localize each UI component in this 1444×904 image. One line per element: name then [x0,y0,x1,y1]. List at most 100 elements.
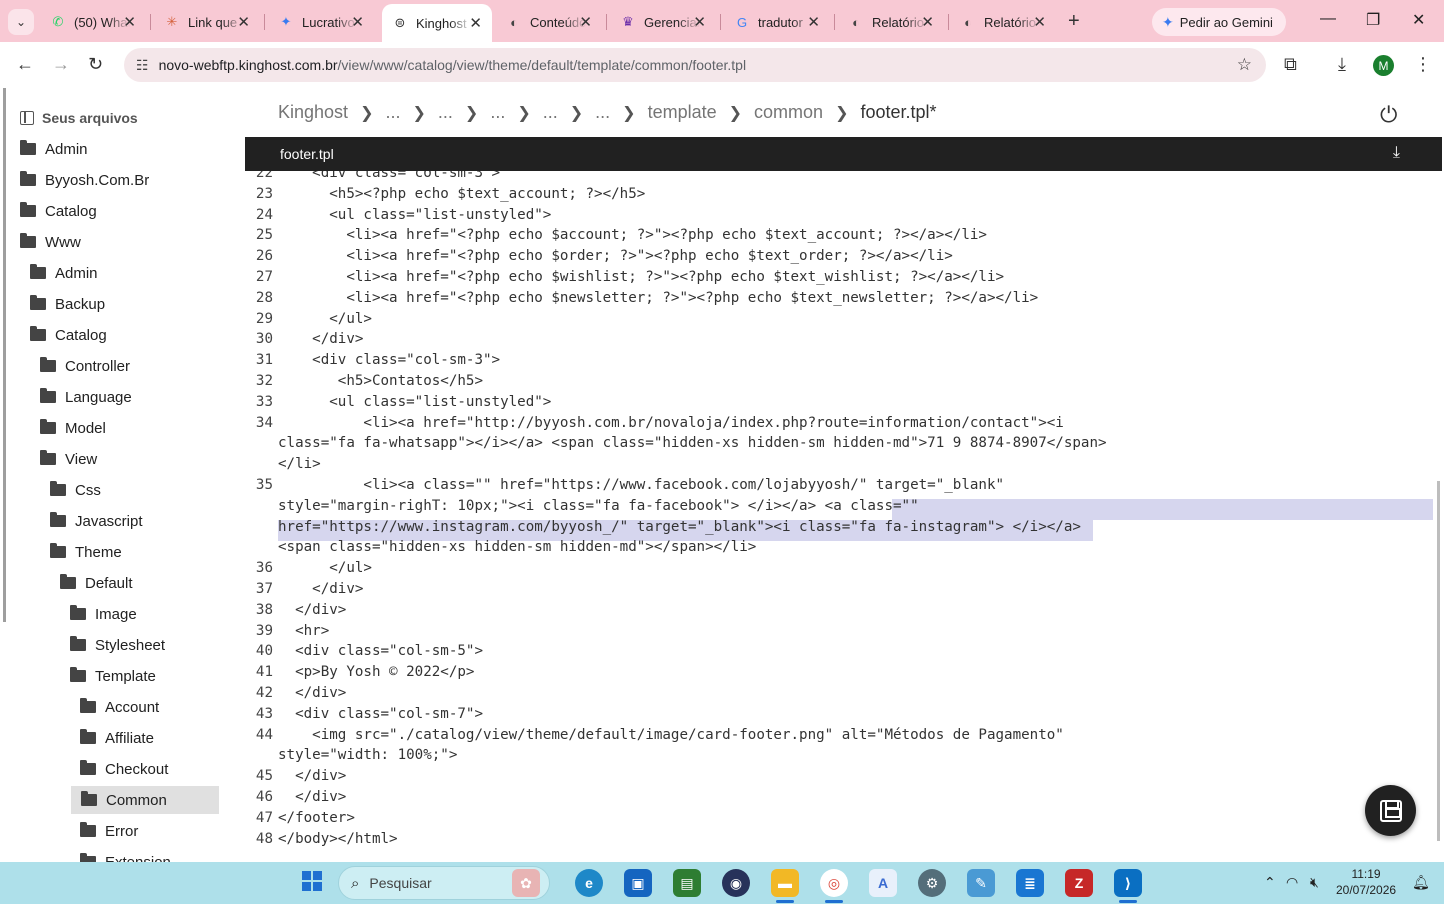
folder-item-backup[interactable]: Backup [30,290,230,318]
settings-gear-icon[interactable]: ⚙ [918,869,946,897]
tray-chevron-up-icon[interactable]: ⌃ [1264,874,1276,891]
editor-scrollbar[interactable] [1437,481,1440,841]
breadcrumb-item[interactable]: ... [438,102,453,123]
close-tab-icon[interactable]: ✕ [1033,13,1046,31]
code-line[interactable]: </div> [278,789,346,805]
code-line[interactable]: <p>By Yosh © 2022</p> [278,664,474,680]
windows-start-icon[interactable] [302,871,322,891]
power-logout-icon[interactable]: ⏻ [1380,102,1397,128]
back-arrow-icon[interactable]: ← [16,54,34,75]
folder-item-model[interactable]: Model [40,414,236,442]
folder-item-image[interactable]: Image [70,600,236,628]
code-line[interactable]: <div class="col-sm-3"> [278,352,500,368]
folder-item-account[interactable]: Account [80,693,236,721]
code-line[interactable]: </li> [278,456,321,472]
volume-muted-icon[interactable]: 🔇︎ [1310,874,1319,891]
breadcrumb-item[interactable]: common [754,102,823,123]
code-line[interactable]: <ul class="list-unstyled"> [278,207,551,223]
browser-tab[interactable]: ⊜ Kinghost ✕ [382,4,492,42]
folder-item-theme[interactable]: Theme [50,538,236,566]
breadcrumb-item[interactable]: ... [385,102,400,123]
download-icon[interactable]: ⤓ [1338,54,1346,75]
code-line[interactable]: </footer> [278,810,355,826]
download-file-icon[interactable]: ⤓ [1393,144,1400,162]
breadcrumb-item[interactable]: ... [490,102,505,123]
folder-item-view[interactable]: View [40,445,236,473]
close-tab-icon[interactable]: ✕ [469,14,482,32]
code-line[interactable]: style="margin-righT: 10px;"><i class="fa… [278,498,919,514]
taskbar-clock[interactable]: 11:19 20/07/2026 [1336,866,1396,898]
code-line[interactable]: <li><a href="http://byyosh.com.br/novalo… [278,415,1063,431]
browser-tab[interactable]: ✦ Lucrativo ✕ [268,6,374,38]
filezilla-icon[interactable]: Z [1065,869,1093,897]
code-line[interactable]: </div> [278,602,346,618]
reload-icon[interactable]: ↻ [88,54,103,75]
search-highlight-icon[interactable]: ✿ [512,869,540,897]
code-line[interactable]: <h5><?php echo $text_account; ?></h5> [278,186,645,202]
file-explorer-icon[interactable]: ▬ [771,869,799,897]
folder-item-css[interactable]: Css [50,476,236,504]
browser-tab[interactable]: ♛ Gerenciar ✕ [610,6,716,38]
browser-tab[interactable]: Gtradutor ✕ [724,6,830,38]
close-tab-icon[interactable]: ✕ [579,13,592,31]
site-settings-icon[interactable]: ☷ [136,57,149,74]
ask-gemini-button[interactable]: ✦ Pedir ao Gemini [1152,8,1286,36]
code-area[interactable]: 22 <div class="col-sm-3"> 23 <h5><?php ec… [245,171,1442,862]
browser-tab[interactable]: ◐ Conteúdo ✕ [496,6,602,38]
code-line[interactable]: <li><a href="<?php echo $order; ?>"><?ph… [278,248,952,264]
winrar-icon[interactable]: ▤ [673,869,701,897]
notification-bell-icon[interactable]: 🔔︎ [1412,874,1430,891]
save-button[interactable] [1365,785,1416,836]
close-tab-icon[interactable]: ✕ [237,13,250,31]
extensions-puzzle-icon[interactable]: ⧉ [1284,54,1297,75]
code-line[interactable]: </div> [278,581,363,597]
code-line[interactable]: </div> [278,768,346,784]
folder-item-controller[interactable]: Controller [40,352,236,380]
store-icon[interactable]: ▣ [624,869,652,897]
code-line[interactable]: class="fa fa-whatsapp"></i></a> <span cl… [278,435,1107,451]
breadcrumb-item[interactable]: ... [595,102,610,123]
menu-kebab-icon[interactable]: ⋮ [1414,54,1432,75]
restore-icon[interactable]: ❐ [1366,10,1380,30]
sidebar-panel-icon[interactable] [20,111,34,125]
folder-item-byyosh-com-br[interactable]: Byyosh.Com.Br [20,166,220,194]
browser-tab[interactable]: ✆ (50) WhatsApp✕ [40,6,146,38]
profile-avatar[interactable]: M [1373,55,1394,76]
code-line[interactable]: href="https://www.instagram.com/byyosh_/… [278,519,1081,535]
code-line[interactable]: <li><a href="<?php echo $wishlist; ?>"><… [278,269,1004,285]
folder-item-catalog[interactable]: Catalog [20,197,220,225]
code-line[interactable]: <h5>Contatos</h5> [278,373,483,389]
code-line[interactable]: <ul class="list-unstyled"> [278,394,551,410]
minimize-icon[interactable]: — [1320,10,1336,28]
code-line[interactable]: <hr> [278,623,329,639]
close-tab-icon[interactable]: ✕ [921,13,934,31]
folder-item-template[interactable]: Template [70,662,236,690]
code-line[interactable]: <div class="col-sm-5"> [278,643,483,659]
code-line[interactable]: <div class="col-sm-3"> [278,171,500,181]
folder-item-www[interactable]: Www [20,228,220,256]
folder-item-admin[interactable]: Admin [20,135,220,163]
folder-item-common[interactable]: Common [71,786,219,814]
folder-item-stylesheet[interactable]: Stylesheet [70,631,236,659]
new-tab-plus-icon[interactable]: + [1068,10,1080,33]
close-tab-icon[interactable]: ✕ [807,13,820,31]
vscode-icon[interactable]: ⟩ [1114,869,1142,897]
folder-item-extension[interactable]: Extension [80,848,236,862]
folder-item-error[interactable]: Error [80,817,236,845]
folder-item-checkout[interactable]: Checkout [80,755,236,783]
edge-icon[interactable]: e [575,869,603,897]
code-line[interactable]: <div class="col-sm-7"> [278,706,483,722]
notepad-icon[interactable]: ≣ [1016,869,1044,897]
folder-item-default[interactable]: Default [60,569,236,597]
code-line[interactable]: </body></html> [278,831,398,847]
code-line[interactable]: style="width: 100%;"> [278,747,457,763]
close-tab-icon[interactable]: ✕ [351,13,364,31]
code-line[interactable]: <li><a href="<?php echo $newsletter; ?>"… [278,290,1038,306]
close-tab-icon[interactable]: ✕ [123,13,136,31]
browser-tab[interactable]: ✳ Link que ✕ [154,6,260,38]
folder-item-javascript[interactable]: Javascript [50,507,236,535]
breadcrumb-item[interactable]: template [648,102,717,123]
address-bar[interactable]: ☷ novo-webftp.kinghost.com.br/view/www/c… [124,48,1266,82]
chrome-icon[interactable]: ◎ [820,869,848,897]
breadcrumb-item[interactable]: ... [543,102,558,123]
